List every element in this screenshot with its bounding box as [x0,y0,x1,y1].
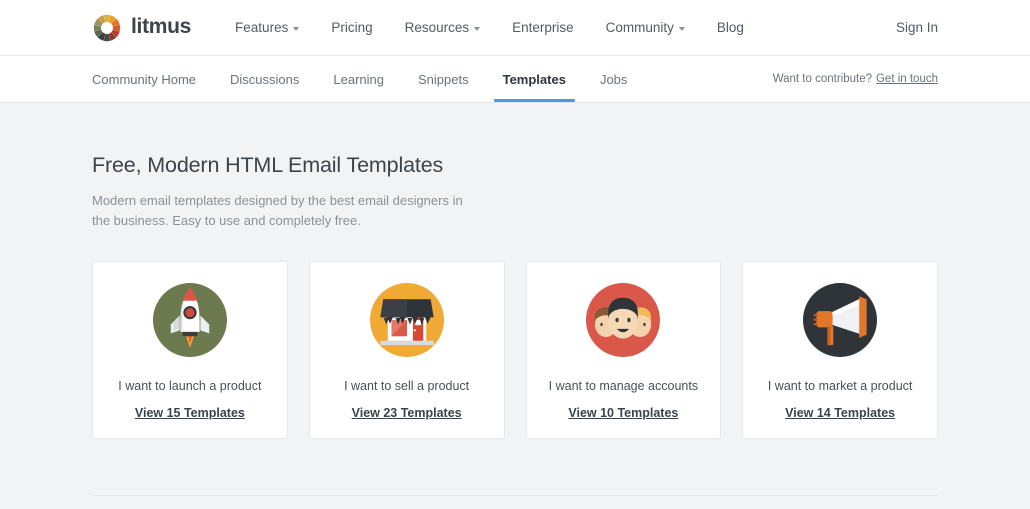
nav-item-features[interactable]: Features [219,20,315,35]
storefront-icon [370,283,444,357]
page-title: Free, Modern HTML Email Templates [92,153,938,178]
card-launch-a-product[interactable]: I want to launch a product View 15 Templ… [92,261,288,439]
brand-wordmark: litmus [131,16,191,39]
brand-logo-link[interactable]: litmus [92,13,191,43]
contribute-callout: Want to contribute? Get in touch [773,56,938,102]
subnav-list: Community Home Discussions Learning Snip… [92,56,644,102]
nav-item-resources[interactable]: Resources [389,20,497,35]
card-view-templates-link[interactable]: View 23 Templates [352,406,462,420]
litmus-color-wheel-icon [92,13,122,43]
subnav-item-discussions[interactable]: Discussions [213,56,316,102]
people-faces-icon [586,283,660,357]
nav-label: Pricing [331,20,372,35]
card-view-templates-link[interactable]: View 14 Templates [785,406,895,420]
sign-in-link[interactable]: Sign In [896,20,938,35]
contribute-text: Want to contribute? [773,73,872,85]
community-subnav: Community Home Discussions Learning Snip… [0,56,1030,103]
nav-item-community[interactable]: Community [590,20,701,35]
nav-label: Features [235,20,288,35]
nav-label: Community [606,20,674,35]
card-market-a-product[interactable]: I want to market a product View 14 Templ… [742,261,938,439]
intro-section: Free, Modern HTML Email Templates Modern… [92,103,938,231]
subnav-item-snippets[interactable]: Snippets [401,56,486,102]
chevron-down-icon [293,27,299,31]
nav-item-blog[interactable]: Blog [701,20,760,35]
chevron-down-icon [474,27,480,31]
page-subtitle: Modern email templates designed by the b… [92,191,472,231]
subnav-item-community-home[interactable]: Community Home [92,56,213,102]
card-manage-accounts[interactable]: I want to manage accounts View 10 Templa… [526,261,722,439]
get-in-touch-link[interactable]: Get in touch [876,73,938,85]
card-label: I want to manage accounts [549,379,698,393]
primary-navigation: Features Pricing Resources Enterprise Co… [219,20,760,35]
subnav-item-templates[interactable]: Templates [486,56,583,102]
nav-label: Blog [717,20,744,35]
nav-label: Resources [405,20,470,35]
nav-item-pricing[interactable]: Pricing [315,20,388,35]
subnav-item-learning[interactable]: Learning [316,56,401,102]
card-sell-a-product[interactable]: I want to sell a product View 23 Templat… [309,261,505,439]
subnav-item-jobs[interactable]: Jobs [583,56,644,102]
card-label: I want to market a product [768,379,913,393]
nav-item-enterprise[interactable]: Enterprise [496,20,590,35]
template-category-cards: I want to launch a product View 15 Templ… [92,261,938,439]
top-header: litmus Features Pricing Resources Enterp… [0,0,1030,56]
card-label: I want to sell a product [344,379,469,393]
nav-label: Enterprise [512,20,574,35]
chevron-down-icon [679,27,685,31]
card-label: I want to launch a product [118,379,261,393]
section-divider [92,495,938,496]
rocket-icon [153,283,227,357]
page-content: Free, Modern HTML Email Templates Modern… [0,103,1030,496]
card-view-templates-link[interactable]: View 10 Templates [568,406,678,420]
card-view-templates-link[interactable]: View 15 Templates [135,406,245,420]
megaphone-icon [803,283,877,357]
